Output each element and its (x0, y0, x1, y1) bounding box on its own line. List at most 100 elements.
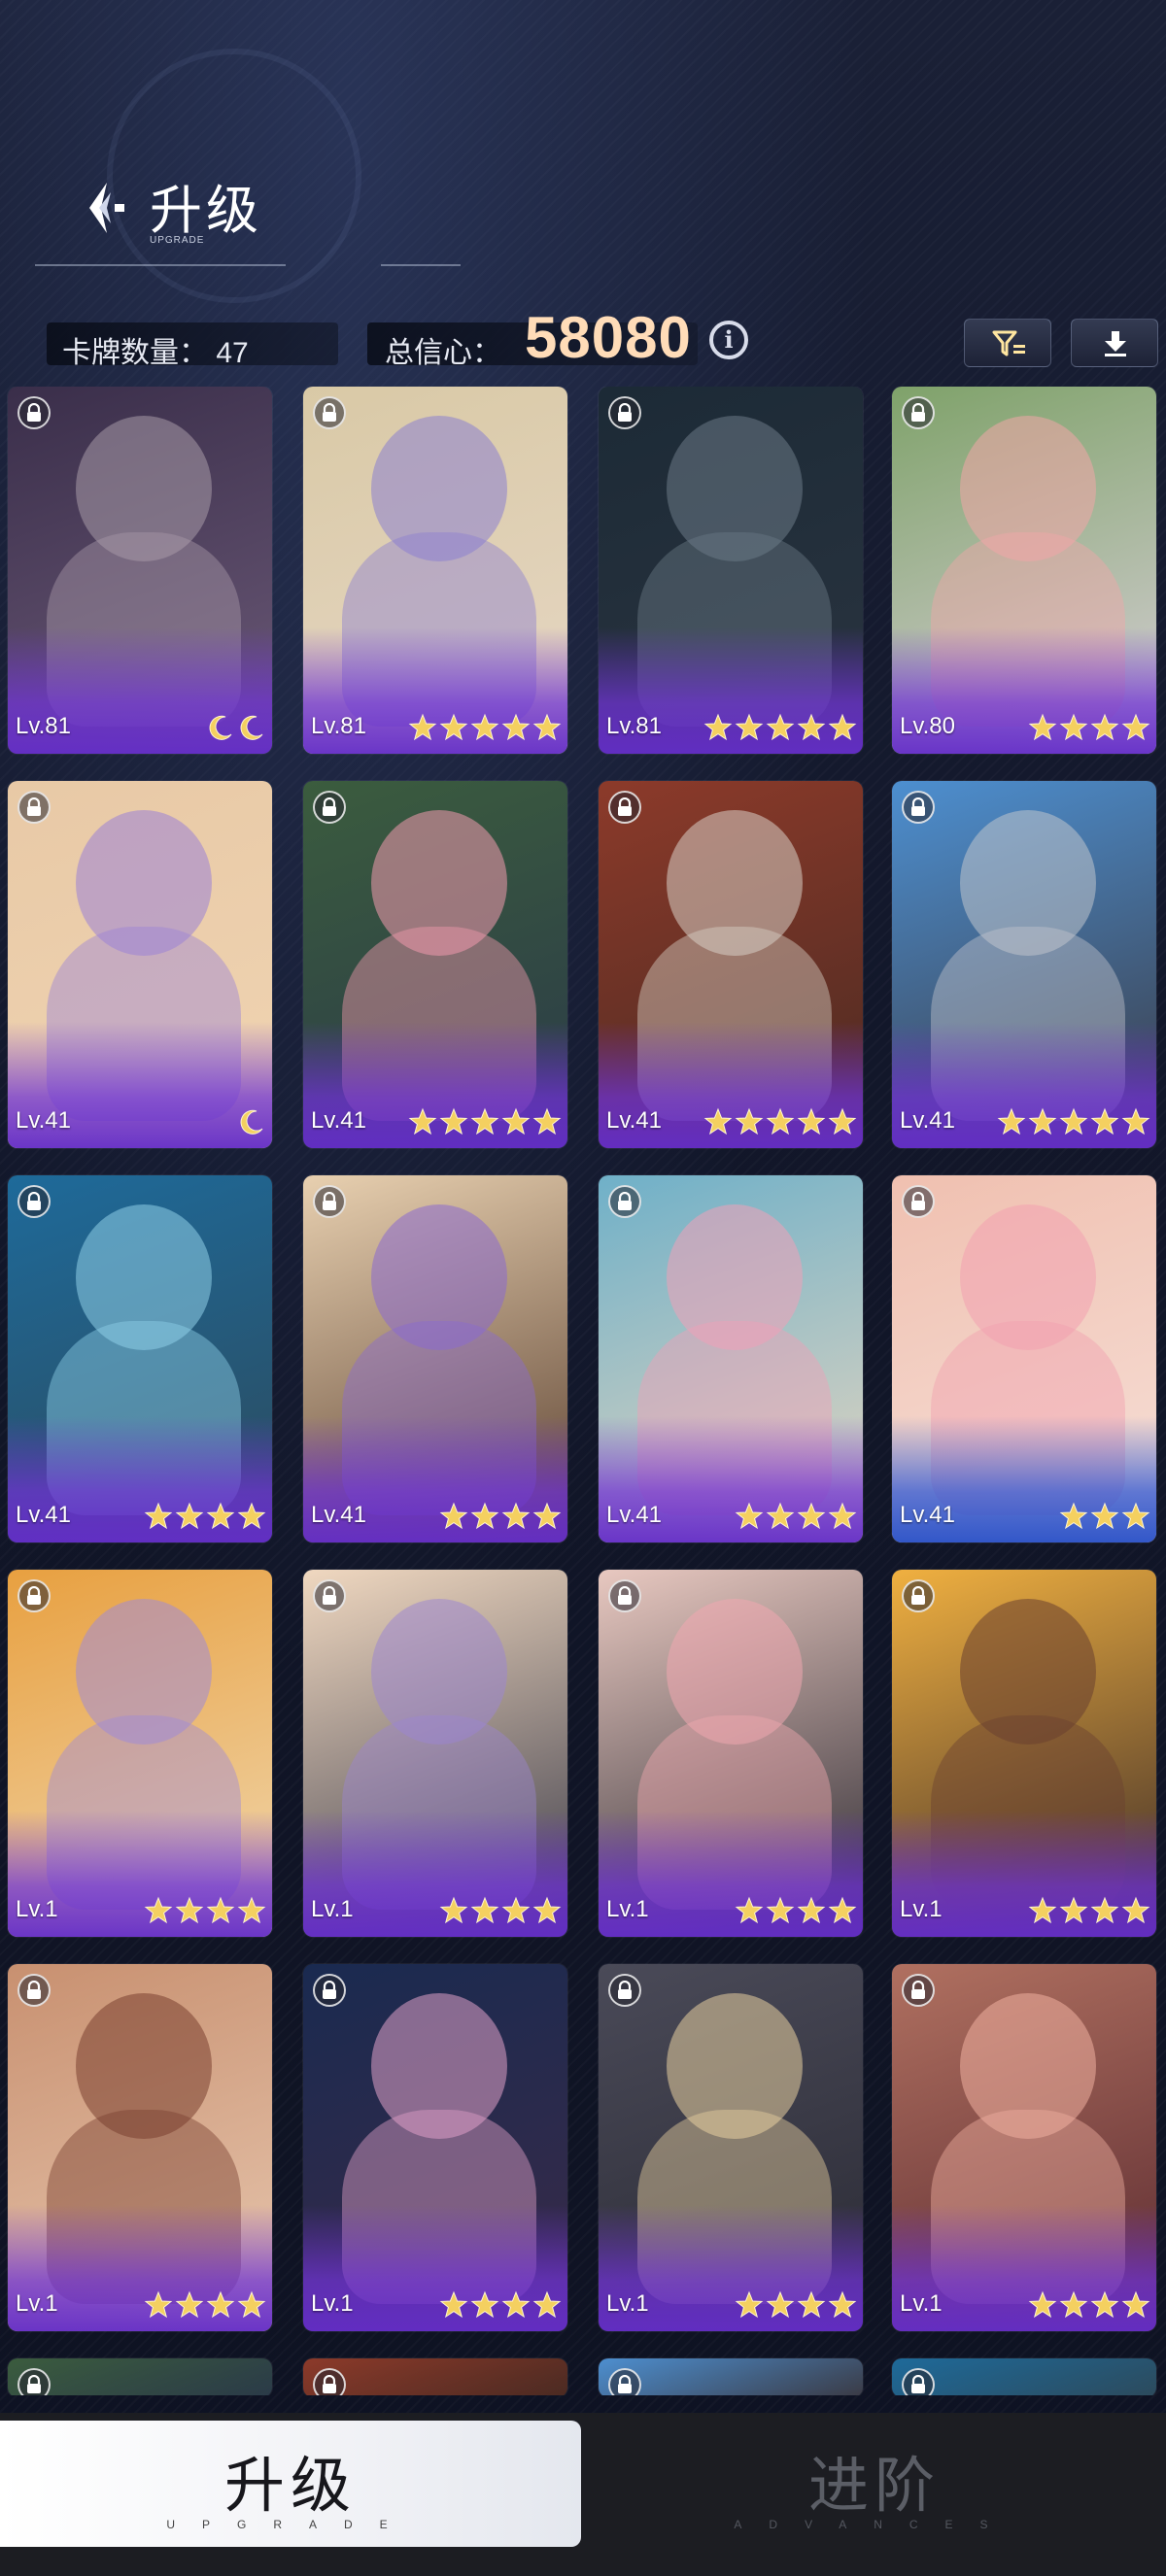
lock-icon[interactable] (608, 396, 641, 429)
character-card[interactable]: Lv.1 (8, 1570, 272, 1937)
lock-icon[interactable] (313, 1974, 346, 2007)
lock-icon[interactable] (902, 1579, 935, 1612)
character-card[interactable]: Lv.1 (599, 1570, 863, 1937)
card-rank (735, 1502, 857, 1531)
character-card[interactable]: Lv.41 (599, 781, 863, 1148)
download-button[interactable] (1071, 319, 1158, 367)
card-level: Lv.81 (311, 713, 366, 739)
lock-icon[interactable] (17, 2368, 51, 2395)
filter-button[interactable] (964, 319, 1051, 367)
card-level: Lv.41 (606, 1502, 662, 1528)
card-rank (144, 1502, 266, 1531)
star-icon (1090, 1502, 1119, 1530)
lock-icon[interactable] (17, 396, 51, 429)
confidence-label: 总信心： (385, 337, 501, 369)
character-card[interactable]: Lv.41 (892, 1175, 1156, 1542)
card-grid: Lv.81 Lv.81 Lv.81 Lv.80 Lv.41 Lv.41 Lv.41 Lv.41… (0, 387, 1166, 2395)
character-card[interactable]: Lv.80 (892, 387, 1156, 754)
info-icon[interactable]: i (709, 321, 748, 359)
character-card[interactable]: Lv.41 (8, 1175, 272, 1542)
lock-icon[interactable] (608, 1579, 641, 1612)
character-card[interactable]: Lv.1 (8, 1964, 272, 2331)
star-icon (237, 1896, 266, 1924)
character-card-partial[interactable] (892, 2358, 1156, 2395)
star-icon (1121, 1896, 1150, 1924)
star-icon (735, 1107, 764, 1135)
star-icon (206, 2290, 235, 2319)
lock-icon[interactable] (17, 791, 51, 824)
star-icon (1028, 1107, 1057, 1135)
star-icon (144, 1896, 173, 1924)
character-card[interactable]: Lv.1 (303, 1570, 567, 1937)
card-rank (1028, 2290, 1150, 2320)
star-icon (1121, 713, 1150, 741)
lock-icon[interactable] (313, 1185, 346, 1218)
lock-icon[interactable] (608, 1185, 641, 1218)
lock-icon[interactable] (313, 1579, 346, 1612)
star-icon (828, 713, 857, 741)
star-icon (175, 2290, 204, 2319)
card-rank (144, 1896, 266, 1925)
character-card-partial[interactable] (599, 2358, 863, 2395)
star-icon (501, 713, 531, 741)
star-icon (1090, 1107, 1119, 1135)
star-icon (766, 2290, 795, 2319)
character-card[interactable]: Lv.41 (599, 1175, 863, 1542)
page-title: 升级 (150, 182, 262, 240)
lock-icon[interactable] (902, 1185, 935, 1218)
character-card-partial[interactable] (8, 2358, 272, 2395)
lock-icon[interactable] (902, 396, 935, 429)
star-icon (766, 1107, 795, 1135)
card-count-label: 卡牌数量： (62, 337, 208, 369)
character-card[interactable]: Lv.81 (599, 387, 863, 754)
character-card[interactable]: Lv.1 (892, 1964, 1156, 2331)
lock-icon[interactable] (608, 2368, 641, 2395)
character-card[interactable]: Lv.41 (8, 781, 272, 1148)
lock-icon[interactable] (902, 1974, 935, 2007)
lock-icon[interactable] (17, 1974, 51, 2007)
card-level: Lv.41 (606, 1107, 662, 1134)
card-level: Lv.41 (900, 1107, 955, 1134)
character-card[interactable]: Lv.41 (892, 781, 1156, 1148)
star-icon (1121, 1107, 1150, 1135)
lock-icon[interactable] (608, 791, 641, 824)
character-card[interactable]: Lv.1 (303, 1964, 567, 2331)
lock-icon[interactable] (313, 791, 346, 824)
star-icon (408, 713, 437, 741)
star-icon (439, 713, 468, 741)
lock-icon[interactable] (902, 791, 935, 824)
divider (35, 264, 286, 266)
star-icon (1121, 2290, 1150, 2319)
character-card[interactable]: Lv.41 (303, 781, 567, 1148)
lock-icon[interactable] (17, 1185, 51, 1218)
card-level: Lv.1 (606, 2290, 649, 2317)
lock-icon[interactable] (313, 396, 346, 429)
star-icon (470, 2290, 499, 2319)
star-icon (408, 1107, 437, 1135)
character-card[interactable]: Lv.41 (303, 1175, 567, 1542)
lock-icon[interactable] (608, 1974, 641, 2007)
card-rank (997, 1107, 1150, 1136)
star-icon (439, 1107, 468, 1135)
star-icon (144, 2290, 173, 2319)
card-rank (237, 1107, 266, 1136)
bottom-tab-bar: 升级 UPGRADE 进阶 ADVANCES (0, 2413, 1166, 2576)
confidence-value: 58080 (525, 305, 692, 370)
character-card[interactable]: Lv.1 (892, 1570, 1156, 1937)
star-icon (797, 1502, 826, 1530)
card-rank (439, 2290, 562, 2320)
star-icon (735, 1502, 764, 1530)
star-icon (766, 1896, 795, 1924)
character-card[interactable]: Lv.81 (303, 387, 567, 754)
tab-advance[interactable]: 进阶 ADVANCES (583, 2421, 1166, 2547)
tab-upgrade-label: 升级 (223, 2453, 357, 2520)
character-card[interactable]: Lv.1 (599, 1964, 863, 2331)
character-card[interactable]: Lv.81 (8, 387, 272, 754)
tab-upgrade[interactable]: 升级 UPGRADE (0, 2421, 581, 2547)
star-icon (175, 1896, 204, 1924)
lock-icon[interactable] (902, 2368, 935, 2395)
lock-icon[interactable] (17, 1579, 51, 1612)
character-card-partial[interactable] (303, 2358, 567, 2395)
lock-icon[interactable] (313, 2368, 346, 2395)
card-level: Lv.81 (16, 713, 71, 739)
